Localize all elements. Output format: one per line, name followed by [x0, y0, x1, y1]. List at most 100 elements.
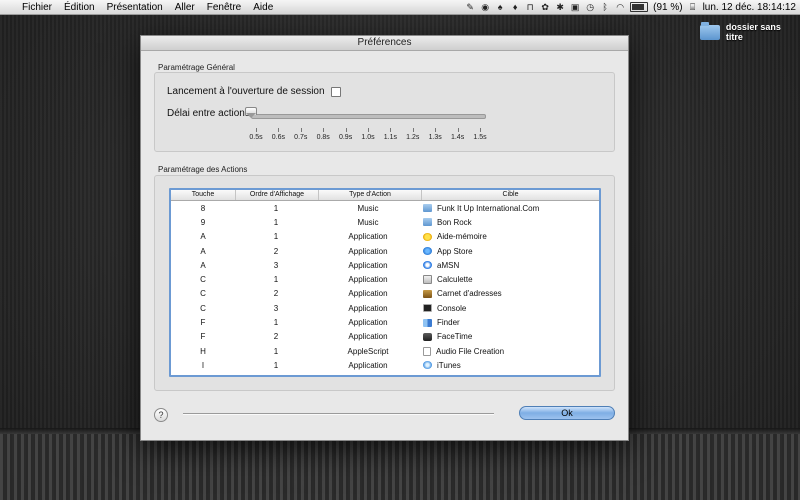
slider-tick-label: 1.5s — [473, 134, 487, 141]
record-icon[interactable]: ◉ — [480, 2, 490, 12]
menu-fichier[interactable]: Fichier — [16, 2, 58, 13]
time-machine-icon[interactable]: ◷ — [585, 2, 595, 12]
menu-fenetre[interactable]: Fenêtre — [201, 2, 247, 13]
slider-tick-label: 1.1s — [383, 134, 397, 141]
script-document-icon — [423, 346, 431, 356]
paw-icon[interactable]: ✿ — [540, 2, 550, 12]
cell-type: Application — [348, 360, 388, 370]
cell-type: Application — [348, 318, 388, 328]
folder-icon — [700, 21, 720, 40]
help-button[interactable]: ? — [154, 408, 168, 422]
finder-icon — [423, 318, 432, 327]
ok-button[interactable]: Ok — [519, 406, 615, 420]
cell-target: aMSN — [419, 261, 599, 270]
cell-target: Aide-mémoire — [419, 232, 599, 241]
clock[interactable]: lun. 12 déc. 18:14:12 — [703, 2, 796, 13]
slider-tick — [480, 128, 481, 132]
input-menu-icon[interactable]: ⌸ — [688, 2, 698, 12]
cell-target: Finder — [419, 318, 599, 327]
table-row[interactable]: 9 1 Music Bon Rock — [171, 215, 599, 229]
general-settings-group: Lancement à l'ouverture de session Délai… — [154, 72, 615, 152]
cell-key: A — [200, 232, 206, 242]
battery-icon[interactable] — [630, 2, 649, 12]
cell-target: App Store — [419, 247, 599, 256]
stickies-icon — [423, 232, 432, 241]
slider-tick — [412, 128, 414, 132]
column-cible[interactable]: Cible — [422, 190, 599, 200]
menu-aller[interactable]: Aller — [169, 2, 201, 13]
cell-target-label: Finder — [437, 318, 460, 328]
cell-type: Application — [348, 303, 388, 313]
cell-type: Music — [357, 203, 379, 213]
cell-target-label: FaceTime — [437, 332, 473, 342]
lock-open-icon[interactable]: ⊓ — [525, 2, 535, 12]
slider-tick — [300, 128, 302, 132]
cell-type: Application — [348, 332, 388, 342]
cell-order: 1 — [273, 217, 279, 227]
cell-key: H — [200, 346, 206, 356]
cell-target-label: Console — [437, 303, 467, 313]
puppet-icon[interactable]: ♠ — [495, 2, 505, 12]
menu-aide[interactable]: Aide — [247, 2, 279, 13]
table-row[interactable]: 8 1 Music Funk It Up International.Com — [171, 201, 599, 215]
table-row[interactable]: F 2 Application FaceTime — [171, 330, 599, 344]
table-row[interactable]: A 1 Application Aide-mémoire — [171, 230, 599, 244]
battery-percent[interactable]: (91 %) — [653, 2, 682, 13]
cell-order: 1 — [273, 318, 279, 328]
cell-order: 1 — [273, 360, 279, 370]
slider-tick-label: 0.5s — [249, 134, 263, 141]
cell-key: F — [200, 318, 206, 328]
progress-line — [183, 413, 494, 415]
table-body: 8 1 Music Funk It Up International.Com 9 1 Mus… — [171, 201, 599, 373]
table-row[interactable]: I 1 Application iTunes — [171, 358, 599, 372]
column-touche[interactable]: Touche — [171, 190, 236, 200]
slider-tick-label: 1.2s — [406, 134, 420, 141]
slider-tick-label: 1.3s — [428, 134, 442, 141]
bulb-icon[interactable]: ♦ — [510, 2, 520, 12]
cell-order: 1 — [273, 275, 279, 285]
slider-tick — [457, 128, 459, 132]
column-ordre[interactable]: Ordre d'Affichage — [236, 190, 319, 200]
delay-slider-track[interactable] — [251, 114, 486, 119]
menu-edition[interactable]: Édition — [58, 2, 101, 13]
table-row[interactable]: C 1 Application Calculette — [171, 272, 599, 286]
cell-key: 8 — [200, 203, 206, 213]
slider-tick-label: 0.8s — [316, 134, 330, 141]
slider-tick — [323, 128, 325, 132]
column-type[interactable]: Type d'Action — [319, 190, 422, 200]
cell-target-label: Audio File Creation — [436, 346, 505, 356]
table-header: Touche Ordre d'Affichage Type d'Action C… — [171, 190, 599, 201]
cell-key: C — [200, 303, 206, 313]
menu-bar: Fichier Édition Présentation Aller Fenêt… — [0, 0, 800, 15]
table-row[interactable]: F 1 Application Finder — [171, 315, 599, 329]
actions-table[interactable]: Touche Ordre d'Affichage Type d'Action C… — [169, 188, 601, 377]
delay-label: Délai entre actions — [167, 108, 250, 119]
table-row[interactable]: A 2 Application App Store — [171, 244, 599, 258]
table-row[interactable]: H 1 AppleScript Audio File Creation — [171, 344, 599, 358]
cell-key: 9 — [200, 217, 206, 227]
table-row[interactable]: A 3 Application aMSN — [171, 258, 599, 272]
delay-slider-knob[interactable] — [245, 107, 257, 119]
cell-order: 2 — [273, 246, 279, 256]
table-row[interactable]: C 2 Application Carnet d'adresses — [171, 287, 599, 301]
cell-target-label: Funk It Up International.Com — [437, 203, 540, 213]
console-icon — [423, 304, 432, 313]
slider-tick-label: 0.9s — [338, 134, 353, 141]
spider-icon[interactable]: ✱ — [555, 2, 565, 12]
window-title[interactable]: Préférences — [141, 36, 628, 51]
wifi-icon[interactable]: ◠ — [615, 2, 625, 12]
cell-key: A — [200, 246, 206, 256]
cell-target: Calculette — [419, 275, 599, 285]
table-row[interactable]: C 3 Application Console — [171, 301, 599, 315]
login-launch-checkbox[interactable] — [330, 86, 341, 97]
cell-type: Music — [357, 217, 379, 227]
menu-presentation[interactable]: Présentation — [101, 2, 169, 13]
pen-icon[interactable]: ✎ — [465, 2, 475, 12]
cell-key: F — [200, 332, 206, 342]
lock-icon[interactable]: ▣ — [570, 2, 580, 12]
cell-target: Carnet d'adresses — [419, 289, 599, 298]
cell-type: Application — [348, 275, 388, 285]
slider-tick-label: 1.4s — [450, 134, 465, 141]
desktop-folder[interactable]: dossier sans titre — [700, 21, 800, 42]
bluetooth-icon[interactable]: ᛒ — [600, 2, 610, 12]
